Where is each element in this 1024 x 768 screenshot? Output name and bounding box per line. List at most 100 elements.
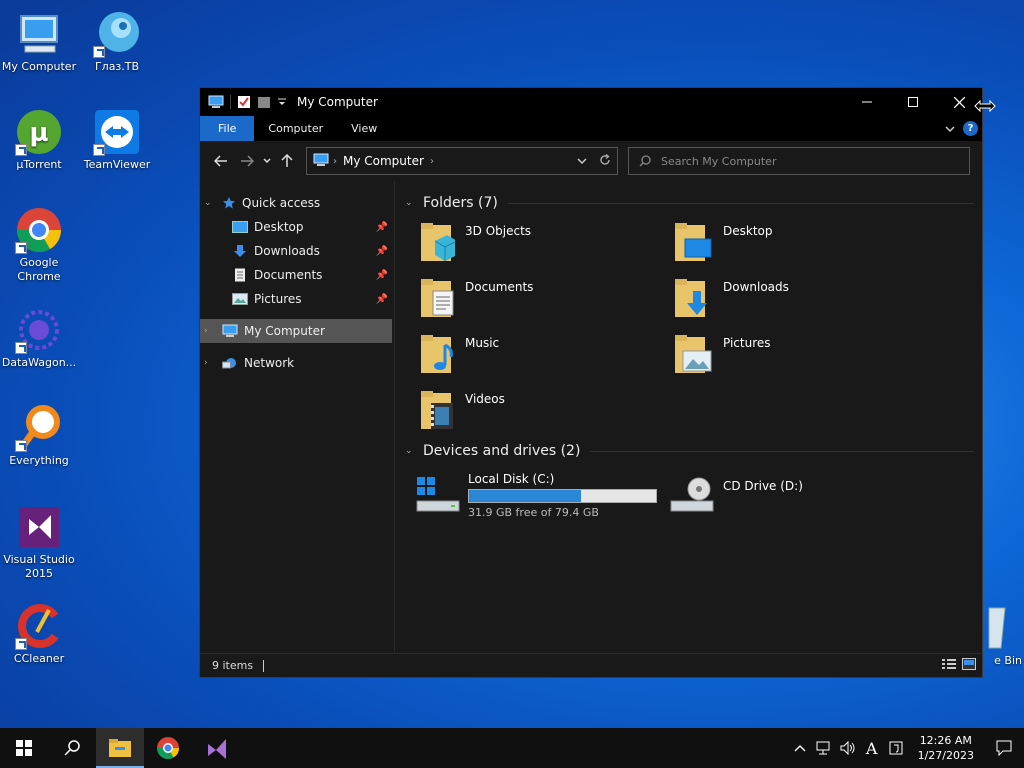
taskbar-file-explorer[interactable] bbox=[96, 728, 144, 768]
maximize-button[interactable] bbox=[890, 88, 936, 116]
title-bar[interactable]: My Computer bbox=[200, 88, 982, 116]
details-view-button[interactable] bbox=[942, 658, 956, 673]
desktop-icon-label: My Computer bbox=[1, 60, 77, 73]
breadcrumb-chevron-icon[interactable]: › bbox=[333, 156, 337, 167]
properties-icon[interactable] bbox=[237, 95, 251, 109]
nav-item-my-computer[interactable]: › My Computer bbox=[200, 319, 392, 343]
expand-ribbon-chevron-icon[interactable] bbox=[945, 122, 955, 136]
computer-icon bbox=[222, 324, 238, 338]
start-button[interactable] bbox=[0, 728, 48, 768]
pin-icon[interactable]: 📌 bbox=[376, 246, 388, 257]
new-folder-icon[interactable] bbox=[257, 95, 271, 109]
music-folder-icon bbox=[421, 335, 453, 373]
search-icon bbox=[64, 740, 80, 756]
folder-label: Videos bbox=[465, 392, 505, 406]
quick-access-toolbar-dropdown-icon[interactable] bbox=[277, 95, 287, 109]
desktop-icon-datawagon[interactable]: DataWagon... bbox=[0, 306, 78, 370]
folder-documents[interactable]: Documents bbox=[403, 273, 657, 329]
folder-videos[interactable]: Videos bbox=[403, 385, 657, 441]
recent-locations-button[interactable] bbox=[260, 148, 274, 174]
action-center-button[interactable] bbox=[984, 740, 1024, 756]
chevron-right-icon[interactable]: › bbox=[204, 358, 216, 368]
clock-time: 12:26 AM bbox=[919, 734, 972, 747]
large-icons-view-button[interactable] bbox=[962, 658, 976, 673]
folder-desktop[interactable]: Desktop bbox=[657, 217, 911, 273]
tab-file[interactable]: File bbox=[200, 116, 255, 141]
search-button[interactable] bbox=[48, 728, 96, 768]
pin-icon[interactable]: 📌 bbox=[376, 270, 388, 281]
picture-icon bbox=[232, 292, 248, 306]
clock[interactable]: 12:26 AM 1/27/2023 bbox=[918, 733, 974, 763]
minimize-button[interactable] bbox=[844, 88, 890, 116]
folder-music[interactable]: Music bbox=[403, 329, 657, 385]
help-button[interactable]: ? bbox=[963, 121, 978, 136]
drive-label: CD Drive (D:) bbox=[723, 479, 803, 493]
folder-pictures[interactable]: Pictures bbox=[657, 329, 911, 385]
address-bar[interactable]: › My Computer › bbox=[306, 147, 618, 175]
desktop-icon-label: Google Chrome bbox=[17, 256, 61, 283]
system-tray: A 12:26 AM 1/27/2023 bbox=[788, 728, 1024, 768]
search-box[interactable] bbox=[628, 147, 970, 175]
breadcrumb-chevron-icon[interactable]: › bbox=[430, 156, 434, 167]
nav-quick-access[interactable]: ⌄ Quick access bbox=[200, 191, 394, 215]
tab-view[interactable]: View bbox=[337, 116, 391, 141]
search-input[interactable] bbox=[661, 154, 941, 168]
folder-3d-objects[interactable]: 3D Objects bbox=[403, 217, 657, 273]
content-pane: ⌄ Folders (7) 3D Objects Desktop Documen… bbox=[395, 181, 982, 653]
nav-item-label: Downloads bbox=[254, 244, 320, 258]
folder-downloads[interactable]: Downloads bbox=[657, 273, 911, 329]
pin-icon[interactable]: 📌 bbox=[376, 222, 388, 233]
details-view-icon bbox=[942, 659, 956, 669]
nav-item-documents[interactable]: Documents 📌 bbox=[200, 263, 394, 287]
nav-item-pictures[interactable]: Pictures 📌 bbox=[200, 287, 394, 311]
document-icon bbox=[232, 268, 248, 282]
nav-item-downloads[interactable]: Downloads 📌 bbox=[200, 239, 394, 263]
desktop-icon-everything[interactable]: Everything bbox=[0, 404, 78, 468]
folder-label: Documents bbox=[465, 280, 534, 294]
drives-group-header[interactable]: ⌄ Devices and drives (2) bbox=[403, 437, 974, 465]
forward-button[interactable] bbox=[234, 148, 260, 174]
close-icon bbox=[953, 96, 965, 108]
desktop-icon-utorrent[interactable]: µ µTorrent bbox=[0, 108, 78, 172]
network-tray-icon[interactable] bbox=[812, 741, 836, 755]
refresh-icon bbox=[600, 153, 610, 165]
pin-icon[interactable]: 📌 bbox=[376, 294, 388, 305]
show-hidden-icons-chevron-icon[interactable] bbox=[788, 744, 812, 752]
taskbar-visual-studio[interactable] bbox=[192, 728, 240, 768]
nav-item-label: Pictures bbox=[254, 292, 302, 306]
chevron-down-icon[interactable]: ⌄ bbox=[204, 198, 216, 208]
chevron-down-icon[interactable]: ⌄ bbox=[405, 198, 423, 208]
tab-computer[interactable]: Computer bbox=[254, 116, 337, 141]
nav-item-network[interactable]: › Network bbox=[200, 351, 394, 375]
up-button[interactable] bbox=[274, 148, 300, 174]
drive-cd-d[interactable]: CD Drive (D:) bbox=[657, 465, 911, 525]
chrome-icon bbox=[157, 737, 179, 759]
refresh-button[interactable] bbox=[599, 153, 611, 169]
chevron-down-icon[interactable]: ⌄ bbox=[405, 446, 423, 456]
breadcrumb-my-computer[interactable]: My Computer bbox=[343, 154, 424, 168]
shortcut-arrow-icon bbox=[93, 46, 105, 58]
desktop-icon-label: Visual Studio 2015 bbox=[3, 553, 75, 580]
file-explorer-icon bbox=[109, 739, 131, 757]
volume-icon[interactable] bbox=[836, 741, 860, 755]
desktop-icon-my-computer[interactable]: My Computer bbox=[0, 10, 78, 74]
taskbar-chrome[interactable] bbox=[144, 728, 192, 768]
address-dropdown-button[interactable] bbox=[577, 154, 587, 168]
large-icons-view-icon bbox=[962, 658, 976, 670]
chevron-right-icon[interactable]: › bbox=[204, 326, 216, 336]
desktop-icon-visual-studio[interactable]: Visual Studio 2015 bbox=[0, 503, 78, 581]
folders-group-header[interactable]: ⌄ Folders (7) bbox=[403, 189, 974, 217]
folder-label: Pictures bbox=[723, 336, 771, 350]
drive-local-disk-c[interactable]: Local Disk (C:) 31.9 GB free of 79.4 GB bbox=[403, 465, 657, 525]
arrow-right-icon bbox=[241, 155, 254, 167]
desktop-icon-glaz-tv[interactable]: Глаз.ТВ bbox=[78, 10, 156, 74]
desktop-icon-teamviewer[interactable]: TeamViewer bbox=[78, 108, 156, 172]
back-button[interactable] bbox=[208, 148, 234, 174]
downloads-folder-icon bbox=[675, 279, 707, 317]
desktop-icon-ccleaner[interactable]: CCleaner bbox=[0, 602, 78, 666]
input-language-indicator[interactable]: A bbox=[860, 739, 884, 758]
nav-item-desktop[interactable]: Desktop 📌 bbox=[200, 215, 394, 239]
desktop-icon-chrome[interactable]: Google Chrome bbox=[0, 206, 78, 284]
folders-grid: 3D Objects Desktop Documents Downloads M… bbox=[403, 217, 974, 441]
app-tray-icon[interactable] bbox=[884, 741, 908, 755]
